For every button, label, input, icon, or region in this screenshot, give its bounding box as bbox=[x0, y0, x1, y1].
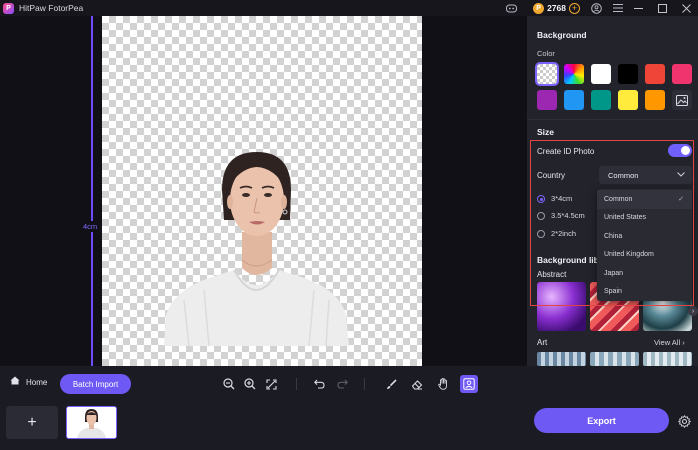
swatch-purple[interactable] bbox=[537, 90, 557, 110]
country-select-value: Common bbox=[608, 170, 639, 180]
bottom-toolbar: Home Batch Import bbox=[0, 366, 698, 402]
chevron-right-icon[interactable]: › bbox=[688, 306, 698, 316]
country-option-united-kingdom[interactable]: United Kingdom bbox=[597, 246, 692, 265]
size-label-2x2: 2*2inch bbox=[551, 229, 577, 238]
view-all-link[interactable]: View All › bbox=[654, 338, 685, 347]
abstract-thumb-1[interactable] bbox=[537, 282, 586, 331]
zoom-out-icon[interactable] bbox=[221, 376, 237, 392]
create-id-photo-label: Create ID Photo bbox=[537, 147, 595, 156]
swatch-rainbow[interactable] bbox=[564, 64, 584, 84]
country-option-united-states[interactable]: United States bbox=[597, 209, 692, 228]
batch-import-button[interactable]: Batch Import bbox=[60, 374, 131, 394]
portrait-subject bbox=[164, 152, 349, 346]
close-button[interactable] bbox=[674, 0, 698, 16]
art-thumb-2[interactable] bbox=[590, 352, 639, 366]
home-icon bbox=[10, 376, 20, 388]
art-thumb-3[interactable] bbox=[643, 352, 692, 366]
country-option-japan[interactable]: Japan bbox=[597, 264, 692, 283]
credits-count: 2768 bbox=[547, 3, 566, 13]
background-library-title: Background lib bbox=[537, 255, 599, 265]
coin-icon: P bbox=[533, 2, 545, 14]
color-label: Color bbox=[537, 49, 555, 58]
home-label: Home bbox=[26, 377, 48, 387]
size-label-35x45: 3.5*4.5cm bbox=[551, 211, 585, 220]
checkmark-icon: ✓ bbox=[678, 196, 684, 204]
id-photo-icon[interactable] bbox=[460, 375, 478, 393]
swatch-pink[interactable] bbox=[672, 64, 692, 84]
size-title: Size bbox=[537, 127, 555, 137]
swatch-teal[interactable] bbox=[591, 90, 611, 110]
country-label: Country bbox=[537, 171, 566, 180]
country-select[interactable]: Common bbox=[599, 166, 692, 184]
menu-icon[interactable] bbox=[610, 0, 626, 16]
brush-icon[interactable] bbox=[383, 376, 399, 392]
height-ruler bbox=[91, 16, 93, 366]
zoom-in-icon[interactable] bbox=[242, 376, 258, 392]
swatch-transparent[interactable] bbox=[535, 62, 559, 86]
size-radio-3x4[interactable] bbox=[537, 195, 545, 203]
maximize-button[interactable] bbox=[650, 0, 674, 16]
transparent-canvas[interactable] bbox=[102, 16, 422, 366]
hand-icon[interactable] bbox=[435, 376, 451, 392]
app-window: P HitPaw FotorPea P 2768 + 4cm Backgroun… bbox=[0, 0, 698, 450]
image-thumbnail[interactable] bbox=[66, 406, 117, 439]
title-bar: P HitPaw FotorPea P 2768 + bbox=[0, 0, 698, 16]
size-radio-2x2[interactable] bbox=[537, 230, 545, 238]
swatch-blue[interactable] bbox=[564, 90, 584, 110]
swatch-orange[interactable] bbox=[645, 90, 665, 110]
eraser-icon[interactable] bbox=[409, 376, 425, 392]
background-title: Background bbox=[537, 30, 587, 40]
swatch-yellow[interactable] bbox=[618, 90, 638, 110]
add-image-button[interactable]: + bbox=[6, 406, 58, 439]
redo-icon[interactable] bbox=[334, 376, 350, 392]
country-option-common[interactable]: Common ✓ bbox=[597, 190, 692, 209]
swatch-white[interactable] bbox=[591, 64, 611, 84]
swatch-red[interactable] bbox=[645, 64, 665, 84]
create-id-photo-toggle[interactable] bbox=[668, 144, 692, 157]
app-logo-icon: P bbox=[3, 2, 14, 14]
home-button[interactable]: Home bbox=[10, 376, 47, 388]
size-radio-35x45[interactable] bbox=[537, 212, 545, 220]
country-option-spain[interactable]: Spain bbox=[597, 283, 692, 302]
art-label: Art bbox=[537, 338, 548, 347]
minimize-button[interactable] bbox=[626, 0, 650, 16]
fit-screen-icon[interactable] bbox=[263, 376, 279, 392]
country-option-china[interactable]: China bbox=[597, 227, 692, 246]
export-button[interactable]: Export bbox=[534, 408, 669, 433]
chevron-up-icon bbox=[677, 170, 685, 179]
undo-icon[interactable] bbox=[311, 376, 327, 392]
custom-image-icon[interactable] bbox=[672, 90, 692, 110]
ruler-label: 4cm bbox=[82, 221, 99, 232]
image-strip: + Export bbox=[0, 402, 698, 450]
canvas-workspace: 4cm bbox=[0, 16, 527, 366]
swatch-black[interactable] bbox=[618, 64, 638, 84]
thumbnail-portrait bbox=[67, 407, 116, 438]
gear-icon[interactable] bbox=[677, 414, 691, 428]
country-dropdown: Common ✓ United States China United Kingd… bbox=[597, 189, 692, 301]
view-all-label: View All bbox=[654, 338, 681, 347]
title-bar-controls: P 2768 + bbox=[503, 0, 698, 16]
discord-icon[interactable] bbox=[503, 0, 519, 16]
abstract-label: Abstract bbox=[537, 270, 567, 279]
art-thumb-1[interactable] bbox=[537, 352, 586, 366]
app-title: HitPaw FotorPea bbox=[19, 3, 84, 13]
size-label-3x4: 3*4cm bbox=[551, 194, 573, 203]
account-icon[interactable] bbox=[588, 0, 604, 16]
add-credits-button[interactable]: + bbox=[569, 2, 580, 14]
